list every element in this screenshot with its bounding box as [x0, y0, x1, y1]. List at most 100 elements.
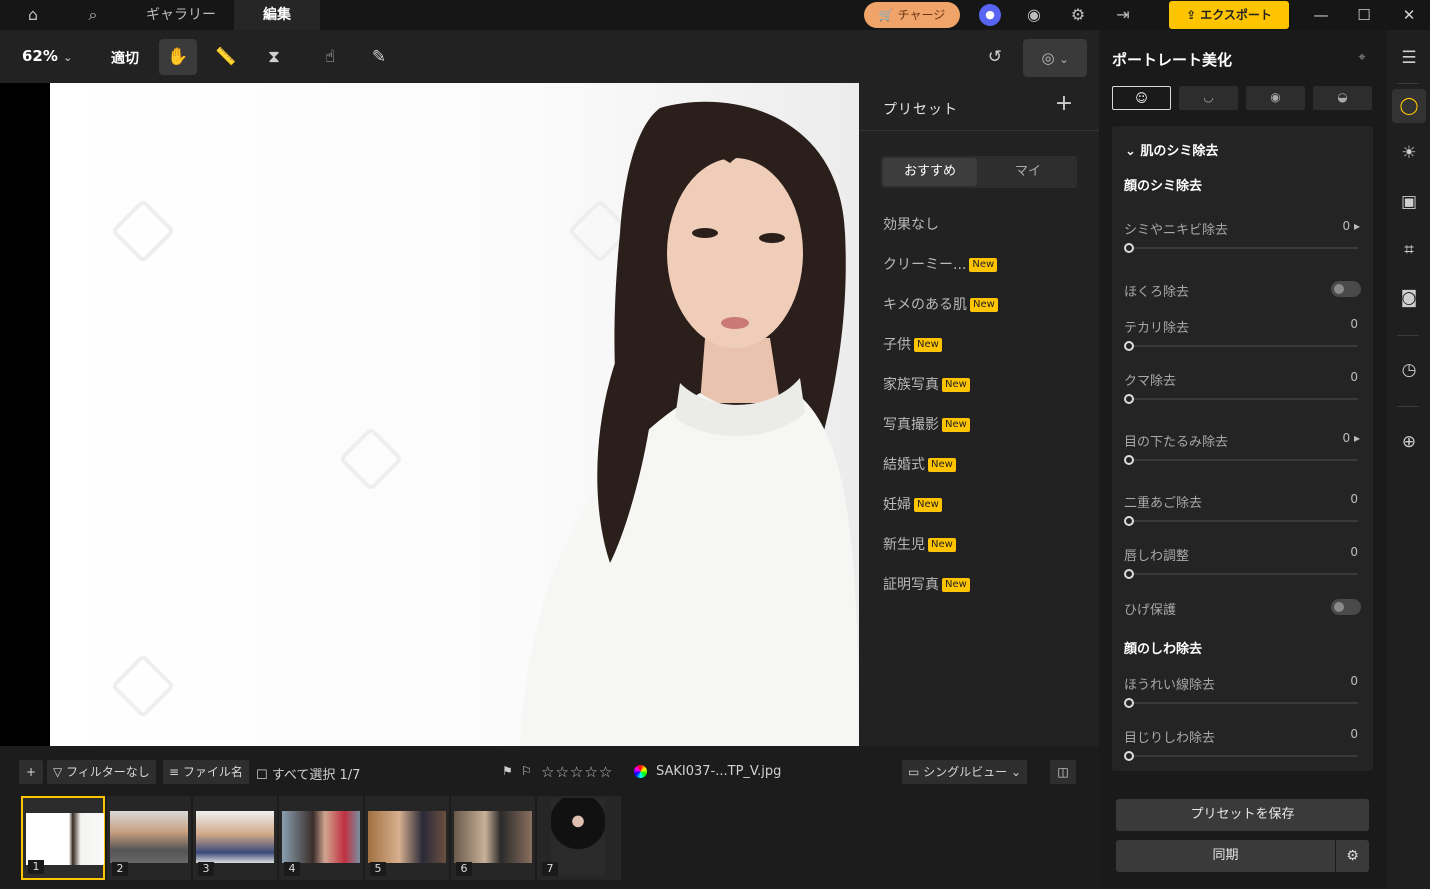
group-title: 顔のシミ除去	[1124, 179, 1203, 194]
sliders-icon[interactable]: ☰	[1392, 41, 1426, 75]
expand-arrow-icon[interactable]: ▸	[1354, 431, 1360, 445]
sort-button[interactable]: ≡ ファイル名	[163, 760, 249, 784]
preset-item[interactable]: 妊婦 New	[883, 494, 942, 514]
face-icon: ☺	[1135, 91, 1148, 105]
mole-removal-toggle[interactable]	[1331, 281, 1361, 297]
thumbnail[interactable]: 2	[107, 796, 191, 880]
adjustment-panel: ポートレート美化 ⌖ ☺ ◡ ◉ ◒ ⌄ 肌のシミ除去 顔のシミ除去 シミやニキ…	[1099, 30, 1387, 889]
crop-icon[interactable]: ⌗	[1392, 233, 1426, 267]
preset-item[interactable]: 効果なし	[883, 214, 939, 234]
section-header[interactable]: ⌄ 肌のシミ除去	[1125, 140, 1218, 159]
face-tab-shape[interactable]: ◡	[1179, 86, 1238, 110]
reject-flag-icon[interactable]: ⚐	[521, 764, 532, 778]
search-icon[interactable]: ⌕	[82, 4, 104, 26]
preset-item[interactable]: キメのある肌 New	[883, 294, 998, 314]
new-badge: New	[928, 458, 956, 472]
maximize-button[interactable]: ☐	[1352, 3, 1376, 27]
preset-item[interactable]: 写真撮影 New	[883, 414, 970, 434]
portrait-icon[interactable]: ◯	[1392, 89, 1426, 123]
add-image-button[interactable]: +	[19, 760, 43, 784]
add-preset-button[interactable]: +	[1053, 93, 1075, 115]
target-icon[interactable]: ⌖	[1352, 48, 1372, 68]
preset-item[interactable]: 新生児 New	[883, 534, 956, 554]
tab-edit[interactable]: 編集	[234, 0, 320, 30]
filename-label: SAKI037-...TP_V.jpg	[656, 764, 782, 779]
chevron-down-icon: ⌄	[1125, 144, 1141, 159]
thumbnail[interactable]: 4	[279, 796, 363, 880]
divider	[1397, 83, 1419, 84]
thumbnail[interactable]: 5	[365, 796, 449, 880]
slider-track[interactable]	[1124, 702, 1358, 704]
slider-track[interactable]	[1124, 459, 1358, 461]
account-icon[interactable]: ◉	[1023, 4, 1045, 26]
tab-recommended[interactable]: おすすめ	[883, 158, 977, 186]
zoom-dropdown[interactable]: 62% ⌄	[22, 47, 72, 65]
face-tab-skin[interactable]: ☺	[1112, 86, 1171, 110]
slider-knob[interactable]	[1124, 455, 1134, 465]
preset-item[interactable]: 家族写真 New	[883, 374, 970, 394]
view-mode-dropdown[interactable]: ▭ シングルビュー ⌄	[902, 760, 1028, 784]
tab-gallery[interactable]: ギャラリー	[132, 0, 230, 30]
face-tab-eyes[interactable]: ◉	[1246, 86, 1305, 110]
preset-item[interactable]: 子供 New	[883, 334, 942, 354]
thumbnail[interactable]: 1	[21, 796, 105, 880]
export-button[interactable]: ⇪ エクスポート	[1169, 1, 1289, 29]
compare-dropdown[interactable]: ◎ ⌄	[1023, 39, 1087, 77]
touch-icon[interactable]: ☝	[311, 39, 349, 75]
thumbnail-image	[196, 811, 274, 863]
ruler-icon[interactable]: 📏	[207, 39, 245, 75]
thumbnail[interactable]: 3	[193, 796, 277, 880]
preset-item[interactable]: 結婚式 New	[883, 454, 956, 474]
slider-knob[interactable]	[1124, 394, 1134, 404]
slider-track[interactable]	[1124, 345, 1358, 347]
slider-track[interactable]	[1124, 398, 1358, 400]
preset-item[interactable]: 証明写真 New	[883, 574, 970, 594]
select-all-checkbox[interactable]: ☐ すべて選択 1/7	[256, 764, 360, 783]
minimize-button[interactable]: —	[1309, 3, 1333, 27]
thumbnail[interactable]: 6	[451, 796, 535, 880]
slider-track[interactable]	[1124, 520, 1358, 522]
color-label-icon[interactable]	[634, 765, 647, 778]
slider-knob[interactable]	[1124, 698, 1134, 708]
beard-protect-toggle[interactable]	[1331, 599, 1361, 615]
home-icon[interactable]: ⌂	[22, 4, 44, 26]
split-view-icon[interactable]: ◫	[1050, 760, 1076, 784]
thumbnail[interactable]: 7	[537, 796, 621, 880]
slider-label: 唇しわ調整	[1124, 549, 1190, 564]
add-circle-icon[interactable]: ⊕	[1392, 425, 1426, 459]
close-button[interactable]: ✕	[1397, 3, 1421, 27]
flag-icon[interactable]: ⚑	[502, 764, 513, 778]
hand-tool-icon[interactable]: ✋	[159, 39, 197, 75]
slider-knob[interactable]	[1124, 569, 1134, 579]
sync-settings-icon[interactable]: ⚙	[1336, 840, 1369, 872]
charge-button[interactable]: 🛒 チャージ	[864, 2, 960, 28]
slider-knob[interactable]	[1124, 751, 1134, 761]
discord-icon[interactable]: ●	[979, 4, 1001, 26]
camera-icon[interactable]: ◙	[1392, 281, 1426, 315]
bandage-icon[interactable]: ✎	[360, 39, 398, 75]
flip-icon[interactable]: ⧗	[255, 39, 293, 75]
sun-icon[interactable]: ☀	[1392, 136, 1426, 170]
filter-button[interactable]: ▽ フィルターなし	[47, 760, 156, 784]
save-preset-button[interactable]: プリセットを保存	[1116, 799, 1369, 831]
slider-track[interactable]	[1124, 573, 1358, 575]
fit-button[interactable]: 適切	[111, 48, 139, 68]
history-icon[interactable]: ◷	[1392, 353, 1426, 387]
preset-item[interactable]: クリーミー... New	[883, 254, 998, 274]
slider-knob[interactable]	[1124, 243, 1134, 253]
sign-in-icon[interactable]: ⇥	[1112, 4, 1134, 26]
slider-track[interactable]	[1124, 247, 1358, 249]
slider-knob[interactable]	[1124, 516, 1134, 526]
image-adjust-icon[interactable]: ▣	[1392, 185, 1426, 219]
star-rating[interactable]: ☆☆☆☆☆	[541, 763, 613, 781]
tab-my[interactable]: マイ	[981, 158, 1075, 186]
gear-icon[interactable]: ⚙	[1067, 4, 1089, 26]
expand-arrow-icon[interactable]: ▸	[1354, 219, 1360, 233]
sync-button[interactable]: 同期	[1116, 840, 1335, 872]
sort-icon: ≡	[169, 765, 183, 779]
slider-track[interactable]	[1124, 755, 1358, 757]
reset-icon[interactable]: ↺	[976, 39, 1014, 75]
face-tab-mouth[interactable]: ◒	[1313, 86, 1372, 110]
slider-knob[interactable]	[1124, 341, 1134, 351]
image-canvas[interactable]	[0, 83, 859, 746]
